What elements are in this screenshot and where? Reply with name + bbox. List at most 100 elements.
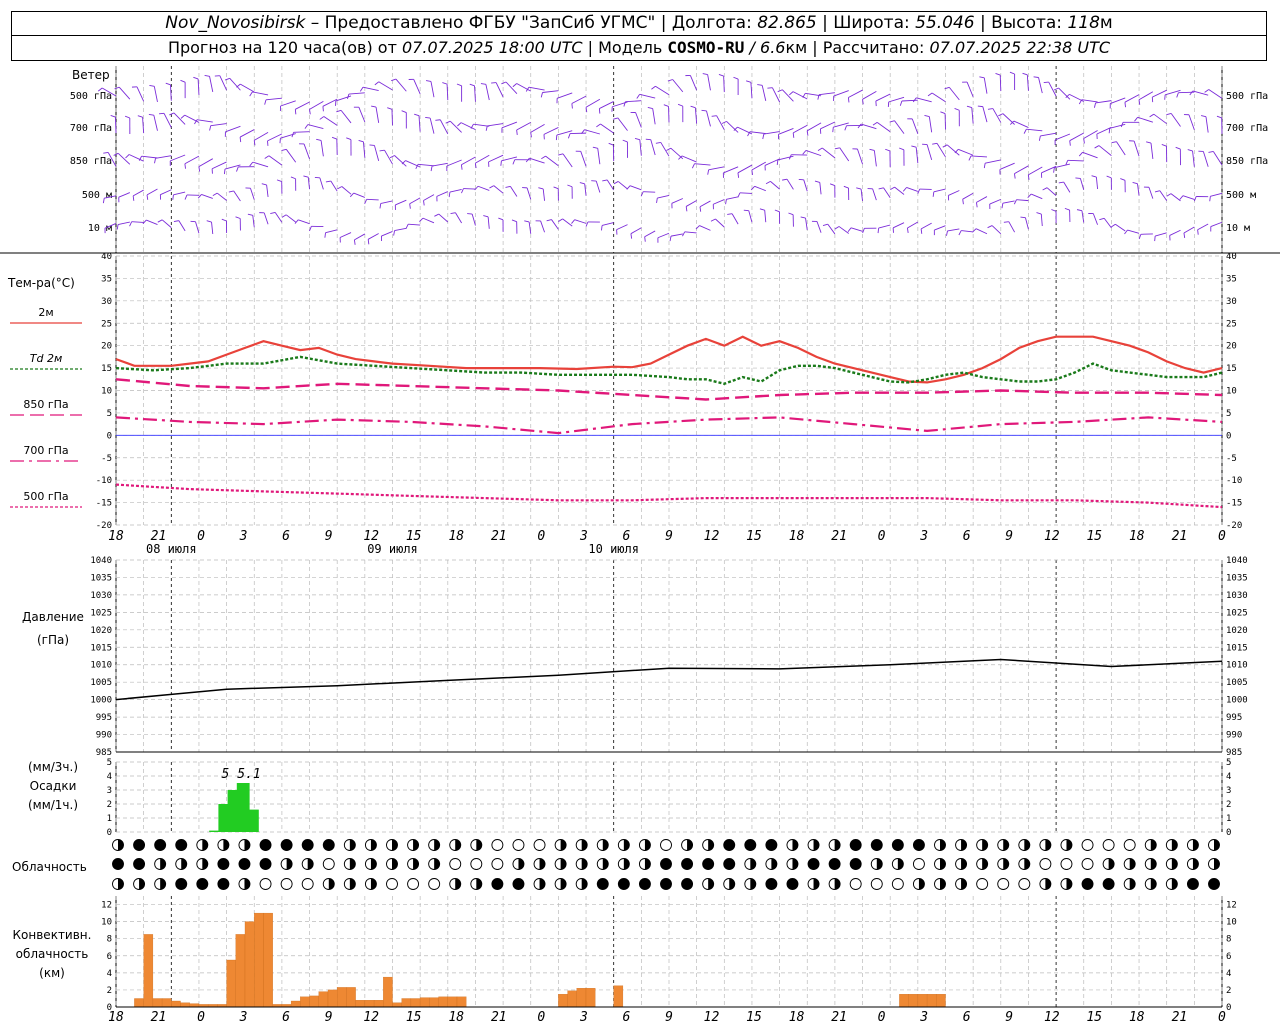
pressure-ytick-right: 1005	[1226, 678, 1248, 688]
wind-barb	[601, 222, 614, 226]
convective-bar	[337, 987, 347, 1008]
wind-barb	[999, 75, 1002, 92]
convective-bar	[235, 934, 246, 1008]
cloud-cover-symbol	[997, 878, 1010, 890]
wind-barb-feather	[691, 163, 695, 169]
wind-barb	[857, 148, 863, 165]
wind-barb	[1054, 133, 1071, 141]
wind-barb	[146, 188, 158, 196]
cloud-cover-half	[602, 839, 609, 851]
cloud-cover-half	[750, 858, 756, 870]
convective-bar	[613, 985, 624, 1008]
wind-barb-feather	[1093, 102, 1096, 108]
wind-barb-feather	[1124, 102, 1126, 108]
wind-barb-feather	[184, 194, 188, 200]
temp-xtick: 18	[108, 529, 124, 544]
wind-barb	[335, 95, 352, 102]
cloud-cover-half	[729, 878, 735, 890]
wind-barb-feather	[512, 159, 516, 165]
conv-ytick-left: 12	[101, 901, 112, 911]
cloud-cover-half	[940, 878, 946, 890]
wind-barb-feather	[1076, 209, 1083, 212]
cloud-cover-half	[1066, 839, 1072, 851]
cloud-cover-half	[1192, 858, 1199, 870]
wind-barb-feather	[567, 184, 573, 188]
cloud-cover-symbol	[133, 839, 146, 851]
wind-barb	[348, 92, 365, 95]
wind-barb-feather	[483, 215, 489, 218]
convective-bar	[309, 995, 319, 1008]
wind-barb-feather	[132, 195, 135, 201]
wind-barb-feather	[485, 125, 488, 131]
wind-barb-feather	[902, 187, 907, 192]
wind-barb-feather	[309, 109, 311, 115]
pressure-ytick-left: 1035	[90, 573, 112, 583]
temp-xtick: 3	[919, 529, 928, 544]
wind-barb	[1095, 177, 1099, 190]
convective-bar	[936, 994, 946, 1008]
wind-barb	[689, 75, 698, 91]
wind-barb-feather	[546, 219, 552, 222]
wind-barb	[1026, 74, 1029, 91]
wind-barb-feather	[1110, 223, 1116, 228]
wind-barb	[320, 140, 324, 157]
wind-barb	[655, 85, 670, 96]
wind-barb	[763, 131, 780, 135]
wind-barb-feather	[656, 197, 658, 204]
wind-barb	[211, 161, 227, 170]
cloud-cover-half	[539, 878, 546, 890]
convective-bar	[438, 996, 448, 1008]
wind-barb	[211, 222, 214, 235]
cloud-cover-half	[286, 858, 293, 870]
wind-barb-feather	[1014, 173, 1016, 179]
convective-bar	[226, 959, 236, 1008]
wind-barb	[1188, 114, 1195, 130]
wind-barb	[644, 230, 656, 238]
wind-barb	[449, 189, 462, 193]
cloud-cover-half	[1171, 839, 1178, 851]
pressure-ytick-left: 1030	[90, 591, 112, 601]
cloud-cover-symbol	[660, 858, 672, 870]
wind-barb-feather	[762, 134, 765, 140]
wind-barb	[423, 194, 435, 201]
wind-barb-feather	[324, 232, 326, 238]
wind-barb	[1067, 159, 1084, 162]
wind-barb	[617, 181, 628, 190]
cloud-cover-half	[392, 839, 398, 851]
wind-level-label-left: 500 м	[82, 190, 112, 201]
cloud-cover-symbol	[154, 839, 167, 851]
wind-barb	[707, 74, 711, 91]
wind-barb	[405, 160, 421, 168]
cloud-cover-half	[644, 858, 651, 870]
cloud-cover-half	[328, 878, 335, 890]
conv-ytick-left: 8	[107, 935, 112, 945]
wind-barb	[1063, 181, 1071, 193]
wind-barb	[196, 119, 213, 123]
cloud-cover-half	[244, 878, 250, 890]
wind-barb-feather	[1149, 113, 1155, 118]
conv-xtick: 0	[537, 1010, 545, 1024]
conv-xtick: 0	[1218, 1010, 1226, 1024]
wind-barb-feather	[281, 214, 287, 218]
wind-barb-feather	[743, 209, 749, 212]
wind-barb	[630, 227, 642, 235]
wind-barb	[1081, 99, 1098, 103]
wind-barb	[253, 132, 269, 141]
wind-barb	[446, 84, 449, 101]
wind-barb-feather	[419, 217, 424, 223]
wind-barb	[438, 213, 449, 223]
temp-ytick-left: 15	[101, 364, 112, 374]
wind-barb	[715, 218, 725, 228]
cloud-cover-half	[623, 839, 630, 851]
wind-barb	[319, 177, 324, 190]
wind-barb	[219, 75, 228, 91]
temp-xtick: 18	[789, 529, 805, 544]
wind-barb	[1103, 218, 1112, 229]
cloud-cover-half	[202, 858, 208, 870]
cloud-cover-symbol	[723, 839, 736, 851]
wind-barb-feather	[290, 176, 296, 180]
wind-barb-feather	[325, 180, 331, 183]
wind-barb-feather	[927, 92, 933, 97]
wind-barb	[1054, 163, 1071, 169]
cloud-cover-half	[370, 839, 377, 851]
